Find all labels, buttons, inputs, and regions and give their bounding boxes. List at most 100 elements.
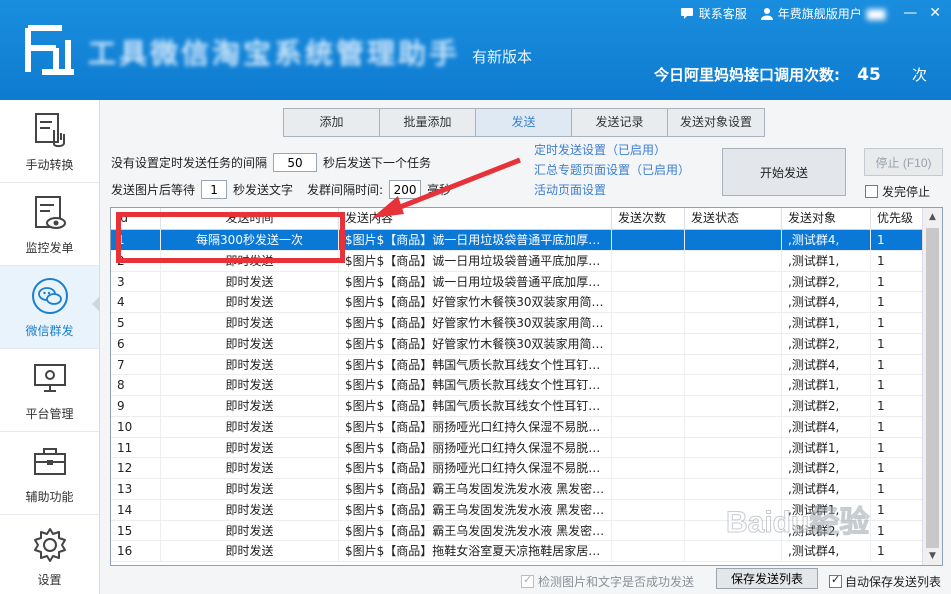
cell-id: 7 — [111, 354, 161, 375]
table-row[interactable]: 7 即时发送 $图片$【商品】韩国气质长款耳线女个性耳钉… ,测试群4, 1 — [111, 354, 923, 376]
table-row[interactable]: 8 即时发送 $图片$【商品】韩国气质长款耳线女个性耳钉… ,测试群1, 1 — [111, 375, 923, 396]
cell-send-count — [612, 271, 685, 292]
column-header-id[interactable]: id — [111, 208, 161, 230]
sidebar-item-tools[interactable]: 辅助功能 — [0, 432, 99, 515]
tab-send[interactable]: 发送 — [476, 109, 572, 136]
cell-send-count — [612, 354, 685, 375]
cell-send-status — [685, 313, 782, 333]
column-header-send-time[interactable]: 发送时间 — [161, 208, 339, 230]
checkbox-box[interactable] — [521, 573, 534, 588]
sidebar-item-wechat-broadcast[interactable]: 微信群发 — [0, 266, 100, 349]
sidebar-item-manual-convert[interactable]: 手动转换 — [0, 100, 99, 183]
cell-send-count — [612, 230, 685, 250]
table-row[interactable]: 11 即时发送 $图片$【商品】丽扬哑光口红持久保湿不易脱… ,测试群1, 1 — [111, 437, 923, 459]
contact-service-link[interactable]: 联系客服 — [680, 5, 747, 22]
summary-page-settings-link[interactable]: 汇总专题页面设置（已启用） — [534, 162, 690, 178]
table-row[interactable]: 12 即时发送 $图片$【商品】丽扬哑光口红持久保湿不易脱… ,测试群2, 1 — [111, 458, 923, 479]
cell-send-time: 即时发送 — [161, 292, 339, 313]
sidebar-item-settings[interactable]: 设置 — [0, 515, 99, 594]
scroll-up-icon[interactable]: ▲ — [923, 208, 942, 226]
cell-id: 14 — [111, 499, 161, 520]
api-call-count: 今日阿里妈妈接口调用次数: 45 次 — [654, 64, 927, 85]
scroll-down-icon[interactable]: ▼ — [923, 547, 942, 565]
tab-add[interactable]: 添加 — [284, 109, 380, 136]
cell-send-count — [612, 541, 685, 562]
checkbox-box[interactable] — [829, 573, 842, 588]
cell-content: $图片$【商品】霸王乌发固发洗发水液 黑发密… — [339, 499, 612, 520]
table-row[interactable]: 4 即时发送 $图片$【商品】好管家竹木餐筷30双装家用简… ,测试群4, 1 — [111, 292, 923, 313]
cell-send-count — [612, 458, 685, 479]
checkbox-box[interactable] — [865, 185, 878, 198]
cell-send-count — [612, 499, 685, 520]
cell-id: 3 — [111, 271, 161, 292]
close-button[interactable]: ✕ — [929, 5, 941, 21]
table-row[interactable]: 2 即时发送 $图片$【商品】诚一日用垃圾袋普通平底加厚… ,测试群1, 1 — [111, 250, 923, 272]
auto-save-checkbox[interactable]: 自动保存发送列表 — [829, 573, 941, 590]
cell-id: 9 — [111, 396, 161, 416]
table-row[interactable]: 13 即时发送 $图片$【商品】霸王乌发固发洗发水液 黑发密… ,测试群4, 1 — [111, 479, 923, 500]
table-row[interactable]: 1 每隔300秒发送一次 $图片$【商品】诚一日用垃圾袋普通平底加厚… ,测试群4, 1 — [111, 230, 923, 251]
cell-send-status — [685, 437, 782, 458]
new-version-link[interactable]: 有新版本 — [472, 46, 532, 67]
cell-send-count — [612, 396, 685, 416]
table-row[interactable]: 10 即时发送 $图片$【商品】丽扬哑光口红持久保湿不易脱… ,测试群4, 1 — [111, 416, 923, 438]
cell-id: 15 — [111, 520, 161, 541]
table-row[interactable]: 5 即时发送 $图片$【商品】好管家竹木餐筷30双装家用简… ,测试群1, 1 — [111, 313, 923, 334]
scrollbar-thumb[interactable] — [926, 228, 939, 548]
cell-send-count — [612, 479, 685, 499]
cell-send-target: ,测试群1, — [782, 375, 871, 396]
image-wait-input[interactable] — [201, 180, 228, 199]
cell-send-count — [612, 292, 685, 313]
cell-send-time: 即时发送 — [161, 313, 339, 333]
column-header-content[interactable]: 发送内容 — [339, 208, 612, 230]
tab-send-log[interactable]: 发送记录 — [572, 109, 668, 136]
interval-suffix-label: 秒后发送下一个任务 — [323, 156, 432, 170]
sidebar-item-monitor[interactable]: 监控发单 — [0, 183, 99, 266]
stop-button[interactable]: 停止 (F10) — [864, 148, 943, 176]
cell-priority: 1 — [877, 253, 885, 268]
cell-id: 11 — [111, 437, 161, 458]
scheduled-send-settings-link[interactable]: 定时发送设置（已启用） — [534, 142, 690, 158]
tab-send-target-settings[interactable]: 发送对象设置 — [668, 109, 764, 136]
table-row[interactable]: 15 即时发送 $图片$【商品】霸王乌发固发洗发水液 黑发密… ,测试群2, 1 — [111, 520, 923, 542]
task-interval-input[interactable] — [273, 153, 318, 172]
cell-content: $图片$【商品】霸王乌发固发洗发水液 黑发密… — [339, 520, 612, 541]
cell-send-status — [685, 375, 782, 396]
table-row[interactable]: 6 即时发送 $图片$【商品】好管家竹木餐筷30双装家用简… ,测试群2, 1 — [111, 333, 923, 355]
cell-send-target: ,测试群4, — [782, 416, 871, 437]
column-header-priority[interactable]: 优先级 — [871, 208, 923, 230]
cell-send-count — [612, 416, 685, 437]
stop-after-send-checkbox[interactable]: 发完停止 — [865, 183, 930, 200]
cell-send-time: 每隔300秒发送一次 — [161, 230, 339, 250]
column-header-send-status[interactable]: 发送状态 — [685, 208, 782, 230]
tab-batch-add[interactable]: 批量添加 — [380, 109, 476, 136]
wechat-icon — [31, 277, 68, 314]
table-row[interactable]: 9 即时发送 $图片$【商品】韩国气质长款耳线女个性耳钉… ,测试群2, 1 — [111, 396, 923, 417]
cell-send-count — [612, 313, 685, 333]
column-header-send-target[interactable]: 发送对象 — [782, 208, 871, 230]
cell-id: 13 — [111, 479, 161, 499]
table-row[interactable]: 16 即时发送 $图片$【商品】拖鞋女浴室夏天凉拖鞋居家居… ,测试群4, 1 — [111, 541, 923, 562]
check-image-text-checkbox[interactable]: 检测图片和文字是否成功发送 — [521, 573, 694, 590]
cell-priority: 1 — [877, 399, 885, 413]
minimize-button[interactable]: — — [903, 5, 917, 21]
cell-send-time: 即时发送 — [161, 396, 339, 416]
start-send-button[interactable]: 开始发送 — [722, 148, 846, 196]
sidebar-item-platform[interactable]: 平台管理 — [0, 349, 99, 432]
sidebar-item-label: 监控发单 — [25, 240, 74, 255]
user-menu[interactable]: 年费旗舰版用户 ▆▆ — [760, 5, 885, 22]
table-row[interactable]: 3 即时发送 $图片$【商品】诚一日用垃圾袋普通平底加厚… ,测试群2, 1 — [111, 271, 923, 293]
cell-content: $图片$【商品】好管家竹木餐筷30双装家用简… — [339, 313, 612, 333]
table-row[interactable]: 14 即时发送 $图片$【商品】霸王乌发固发洗发水液 黑发密… ,测试群1, 1 — [111, 499, 923, 521]
sidebar-item-label: 辅助功能 — [25, 489, 74, 504]
save-send-list-button[interactable]: 保存发送列表 — [716, 568, 818, 589]
cell-send-status — [685, 396, 782, 416]
group-interval-input[interactable] — [389, 180, 422, 199]
cell-send-time: 即时发送 — [161, 541, 339, 562]
column-header-send-count[interactable]: 发送次数 — [612, 208, 685, 230]
check-image-text-label: 检测图片和文字是否成功发送 — [538, 575, 695, 589]
cell-send-target: ,测试群4, — [782, 230, 871, 250]
image-wait-prefix-label: 发送图片后等待 — [111, 183, 196, 197]
vertical-scrollbar[interactable]: ▲ ▼ — [922, 208, 942, 565]
activity-page-settings-link[interactable]: 活动页面设置 — [534, 182, 690, 198]
